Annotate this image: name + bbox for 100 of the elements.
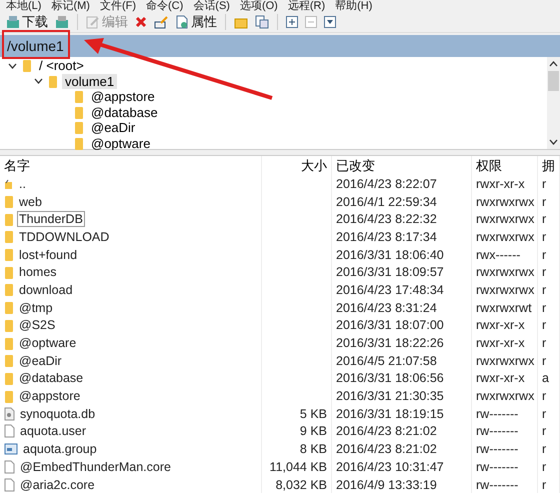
plus-button[interactable] (284, 13, 300, 31)
edit-icon (86, 15, 100, 29)
download-button[interactable]: 下载 (4, 13, 50, 31)
file-name[interactable]: @optware (18, 336, 78, 350)
folder-icon (4, 354, 14, 368)
file-name[interactable]: aquota.user (19, 424, 88, 438)
file-size: 8,032 KB (276, 478, 327, 492)
modified-date: 2016/4/1 22:59:34 (336, 194, 437, 209)
file-name[interactable]: @tmp (18, 300, 54, 315)
upload-icon (55, 15, 69, 29)
owner-text: r (542, 176, 546, 191)
file-size: 9 KB (300, 424, 327, 438)
folder-icon (4, 195, 14, 208)
database-file-icon (4, 406, 15, 421)
menu-item[interactable]: 命令(C) (146, 1, 184, 12)
folder-icon (4, 336, 14, 350)
column-header[interactable]: 权限 (472, 156, 538, 175)
file-name[interactable]: @S2S (18, 318, 56, 332)
folder-icon (22, 59, 32, 72)
tree-item[interactable]: / <root> (36, 58, 87, 74)
permissions: rwxrwxrwx (476, 265, 534, 280)
tree-item[interactable]: @eaDir (88, 120, 138, 136)
folder-icon (74, 121, 84, 134)
collapse-icon (305, 16, 317, 28)
folder-icon (4, 318, 14, 332)
file-name[interactable]: lost+found (18, 248, 78, 262)
filter-button[interactable] (322, 13, 338, 31)
owner-text: r (542, 265, 546, 280)
file-name[interactable]: download (18, 282, 74, 297)
menu-item[interactable]: 会话(S) (193, 1, 230, 12)
permissions: rwxrwxrwx (476, 212, 534, 226)
caret-icon[interactable] (8, 62, 16, 69)
column-header[interactable]: 拥 (538, 156, 560, 175)
file-name[interactable]: web (18, 194, 43, 209)
folder-icon (4, 266, 14, 279)
modified-date: 2016/4/23 8:22:32 (336, 212, 437, 226)
permissions: rwxrwxrwt (476, 300, 532, 315)
owner-text: r (542, 318, 546, 332)
folder-icon (74, 106, 84, 119)
menu-item[interactable]: 帮助(H) (335, 1, 372, 12)
scroll-down-icon[interactable] (549, 139, 558, 145)
file-name[interactable]: ThunderDB (18, 212, 84, 226)
modified-date: 2016/3/31 18:06:56 (336, 371, 444, 386)
modified-date: 2016/3/31 21:30:35 (336, 389, 444, 404)
file-name[interactable]: @EmbedThunderMan.core (19, 460, 172, 474)
owner-text: r (542, 194, 546, 209)
folder-icon (74, 136, 84, 150)
modified-date: 2016/4/23 8:21:02 (336, 442, 437, 456)
copy-icon (255, 15, 269, 29)
filter-icon (324, 16, 336, 28)
owner-text: r (542, 300, 546, 315)
menu-item[interactable]: 远程(R) (288, 1, 326, 12)
caret-icon[interactable] (34, 78, 42, 84)
permissions: rw------- (476, 460, 518, 474)
file-name[interactable]: synoquota.db (19, 406, 96, 421)
permissions: rwxr-xr-x (476, 318, 525, 332)
owner-text: r (542, 442, 546, 456)
column-header[interactable]: 已改变 (332, 156, 472, 175)
delete-icon (135, 16, 147, 28)
column-header[interactable]: 名字 (0, 156, 262, 175)
download-icon (6, 15, 20, 29)
menu-item[interactable]: 标记(M) (51, 1, 90, 12)
owner-text: r (542, 248, 546, 262)
file-icon (4, 424, 15, 438)
folder-icon (4, 248, 14, 262)
column-header[interactable]: 大小 (262, 156, 332, 175)
folder-icon (4, 212, 14, 226)
menu-item[interactable]: 选项(O) (240, 1, 278, 12)
owner-text: a (542, 371, 549, 386)
permissions: rwxr-xr-x (476, 371, 525, 386)
scroll-thumb[interactable] (548, 71, 559, 91)
file-name[interactable]: homes (18, 265, 58, 280)
tree-item[interactable]: @appstore (88, 89, 158, 104)
file-name[interactable]: @appstore (18, 389, 82, 404)
file-name[interactable]: @aria2c.core (19, 478, 96, 492)
up-folder-icon (4, 177, 14, 190)
menu-item[interactable]: 本地(L) (6, 1, 42, 12)
tree-item[interactable]: @database (88, 104, 161, 120)
file-name[interactable]: @eaDir (18, 354, 63, 368)
folder-icon (4, 283, 14, 296)
window-file-icon (4, 443, 18, 456)
file-name[interactable]: aquota.group (22, 442, 98, 456)
modified-date: 2016/3/31 18:19:15 (336, 406, 444, 421)
permissions: rw------- (476, 442, 518, 456)
copy-button[interactable] (253, 13, 271, 31)
rename-icon (154, 15, 168, 29)
scroll-up-icon[interactable] (549, 61, 558, 67)
file-icon (4, 460, 15, 474)
upload-button[interactable] (53, 13, 71, 31)
file-name[interactable]: .. (18, 176, 27, 191)
file-name[interactable]: TDDOWNLOAD (18, 230, 110, 244)
file-name[interactable]: @database (18, 371, 84, 386)
permissions: rwx------ (476, 248, 520, 262)
tree-item[interactable]: @optware (88, 136, 154, 151)
properties-button[interactable]: 属性 (173, 13, 219, 31)
menu-item[interactable]: 文件(F) (100, 1, 136, 12)
scrollbar[interactable] (547, 57, 560, 149)
folder-icon (4, 301, 14, 314)
tree-item[interactable]: volume1 (62, 74, 118, 89)
permissions: rwxrwxrwx (476, 354, 534, 368)
